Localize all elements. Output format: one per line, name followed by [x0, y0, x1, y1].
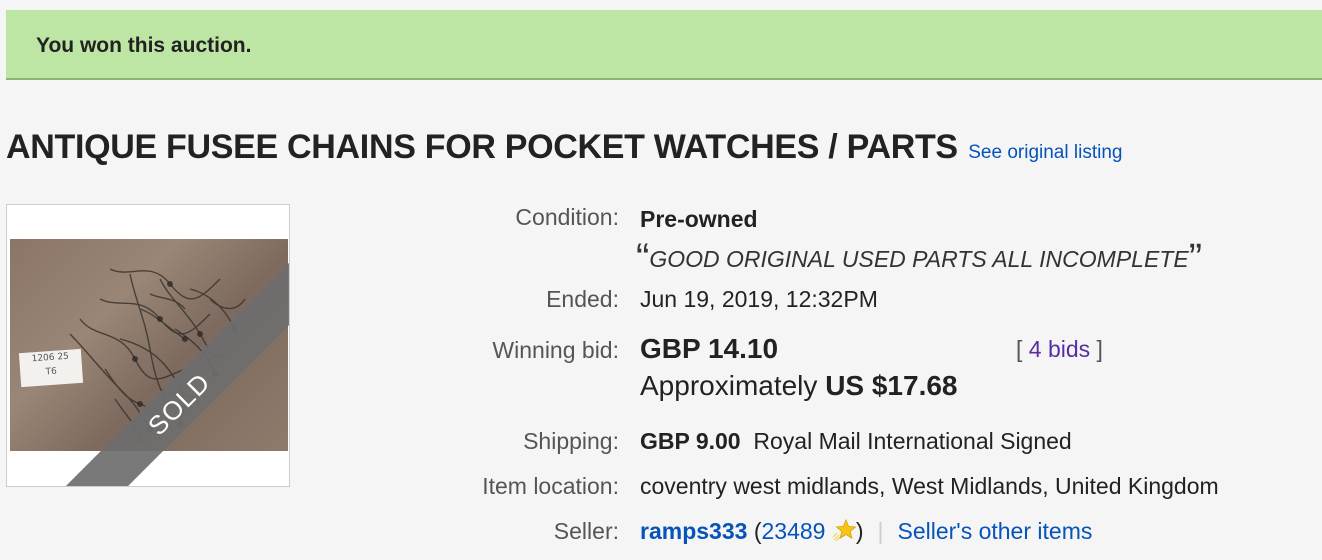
- ended-label: Ended:: [546, 286, 619, 312]
- winning-bid-value: GBP 14.10: [640, 333, 779, 364]
- shooting-star-icon: [832, 518, 856, 542]
- item-location-label: Item location:: [482, 473, 619, 499]
- shipping-value: GBP 9.00 Royal Mail International Signed: [640, 428, 1072, 455]
- bid-count: [ 4 bids ]: [1016, 336, 1103, 363]
- item-details: Condition: Pre-owned “GOOD ORIGINAL USED…: [0, 0, 1322, 560]
- bid-history-link[interactable]: 4 bids: [1029, 336, 1090, 362]
- condition-note-text: GOOD ORIGINAL USED PARTS ALL INCOMPLETE: [649, 246, 1189, 272]
- ended-time: 12:32PM: [785, 286, 878, 312]
- bids-open-bracket: [: [1016, 336, 1023, 362]
- approx-price: Approximately US $17.68: [640, 370, 958, 402]
- approx-prefix: Approximately: [640, 370, 818, 401]
- item-location-value: coventry west midlands, West Midlands, U…: [640, 473, 1219, 499]
- condition-value: Pre-owned: [640, 206, 758, 232]
- sellers-other-items-link[interactable]: Seller's other items: [898, 518, 1093, 544]
- ended-sep: ,: [773, 286, 780, 312]
- feedback-close: ): [855, 518, 864, 544]
- open-quote: “: [636, 236, 650, 280]
- ended-date: Jun 19, 2019: [640, 286, 774, 312]
- seller-name-link[interactable]: ramps333: [640, 518, 747, 544]
- condition-note: “GOOD ORIGINAL USED PARTS ALL INCOMPLETE…: [636, 238, 1202, 278]
- condition-label: Condition:: [515, 204, 619, 230]
- seller-label: Seller:: [553, 518, 619, 544]
- approx-value: US $17.68: [825, 370, 958, 401]
- shipping-cost: GBP 9.00: [640, 428, 741, 454]
- separator: |: [877, 518, 884, 544]
- shipping-service: Royal Mail International Signed: [753, 428, 1072, 454]
- close-quote: ”: [1188, 236, 1203, 280]
- seller-info: ramps333 (23489 ) | Seller's other items: [640, 518, 1092, 545]
- winning-bid-label: Winning bid:: [492, 337, 619, 363]
- bids-close-bracket: ]: [1096, 336, 1103, 362]
- ended-value: Jun 19, 2019, 12:32PM: [640, 286, 878, 313]
- feedback-score-link[interactable]: 23489: [761, 518, 825, 544]
- shipping-label: Shipping:: [523, 428, 619, 454]
